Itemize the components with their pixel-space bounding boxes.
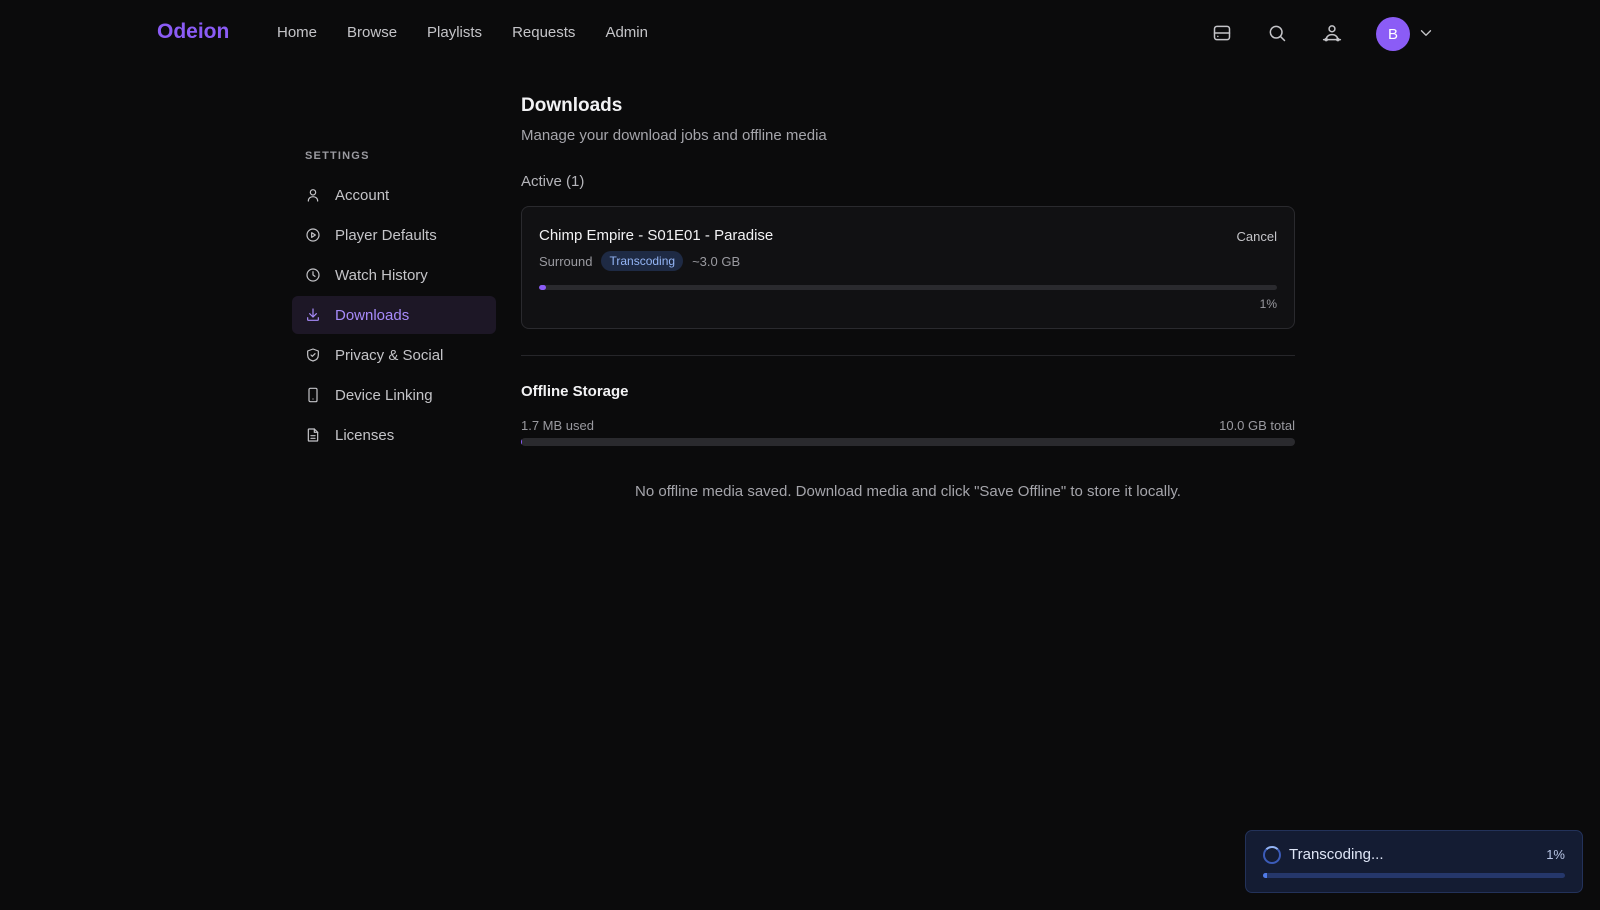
spinner-icon [1263, 846, 1281, 864]
sidebar-item-account[interactable]: Account [292, 176, 496, 214]
chevron-down-icon[interactable] [1417, 24, 1435, 42]
sidebar-item-label: Account [335, 186, 390, 204]
sidebar-item-label: Privacy & Social [335, 346, 444, 364]
job-progress-bar [539, 285, 1277, 290]
search-icon[interactable] [1264, 20, 1290, 46]
page-subtitle: Manage your download jobs and offline me… [521, 127, 827, 144]
nav-link-requests[interactable]: Requests [512, 24, 575, 41]
nav-link-browse[interactable]: Browse [347, 24, 397, 41]
play-circle-icon [305, 227, 321, 243]
users-icon[interactable] [1319, 20, 1345, 46]
toast-progress-fill [1263, 873, 1267, 878]
toast-percent: 1% [1546, 847, 1565, 862]
nav-link-playlists[interactable]: Playlists [427, 24, 482, 41]
top-nav: Odeion Home Browse Playlists Requests Ad… [0, 0, 1600, 68]
sidebar-item-privacy-social[interactable]: Privacy & Social [292, 336, 496, 374]
app-logo[interactable]: Odeion [157, 20, 229, 44]
transcoding-toast: Transcoding... 1% [1245, 830, 1583, 893]
sidebar-item-label: Device Linking [335, 386, 433, 404]
job-progress-percent: 1% [1259, 297, 1277, 311]
nav-link-home[interactable]: Home [277, 24, 317, 41]
storage-title: Offline Storage [521, 383, 629, 400]
document-icon [305, 427, 321, 443]
job-title: Chimp Empire - S01E01 - Paradise [539, 227, 774, 244]
sidebar-item-watch-history[interactable]: Watch History [292, 256, 496, 294]
sidebar-item-player-defaults[interactable]: Player Defaults [292, 216, 496, 254]
download-icon [305, 307, 321, 323]
smartphone-icon [305, 387, 321, 403]
shield-icon [305, 347, 321, 363]
job-size: ~3.0 GB [692, 253, 741, 269]
toast-label: Transcoding... [1289, 846, 1384, 863]
sidebar-item-device-linking[interactable]: Device Linking [292, 376, 496, 414]
clock-icon [305, 267, 321, 283]
sidebar-item-label: Downloads [335, 306, 410, 324]
sidebar-item-label: Player Defaults [335, 226, 437, 244]
sidebar-item-licenses[interactable]: Licenses [292, 416, 496, 454]
nav-links: Home Browse Playlists Requests Admin [277, 24, 648, 41]
user-avatar[interactable]: B [1376, 17, 1410, 51]
status-badge: Transcoding [601, 251, 684, 271]
settings-sidebar: SETTINGS Account Player Defaults Watch H… [292, 148, 496, 456]
empty-offline-message: No offline media saved. Download media a… [635, 483, 1181, 500]
job-progress-fill [539, 285, 547, 290]
server-icon[interactable] [1209, 20, 1235, 46]
job-meta: Surround Transcoding ~3.0 GB [539, 251, 740, 271]
sidebar-item-label: Watch History [335, 266, 428, 284]
storage-total: 10.0 GB total [1219, 418, 1295, 433]
cancel-button[interactable]: Cancel [1237, 229, 1277, 244]
active-section-label: Active (1) [521, 173, 585, 190]
storage-used: 1.7 MB used [521, 418, 594, 433]
sidebar-item-label: Licenses [335, 426, 395, 444]
storage-bar [521, 438, 1295, 446]
user-icon [305, 187, 321, 203]
sidebar-item-downloads[interactable]: Downloads [292, 296, 496, 334]
nav-link-admin[interactable]: Admin [605, 24, 648, 41]
download-job-card: Chimp Empire - S01E01 - Paradise Surroun… [521, 206, 1295, 329]
toast-progress-bar [1263, 873, 1565, 878]
downloads-panel: Downloads Manage your download jobs and … [521, 95, 1295, 500]
sidebar-heading: SETTINGS [305, 150, 370, 162]
job-audio: Surround [539, 253, 593, 269]
page-title: Downloads [521, 95, 623, 116]
storage-usage-row: 1.7 MB used 10.0 GB total [521, 418, 1295, 434]
section-divider [521, 355, 1295, 356]
